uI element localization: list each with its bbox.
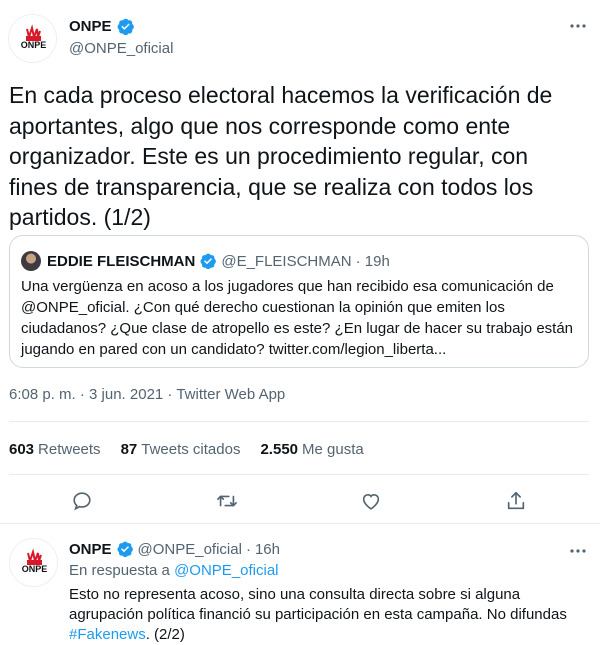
more-options-icon[interactable] <box>569 17 587 40</box>
reply-author-row: ONPE @ONPE_oficial · 16h <box>69 539 280 559</box>
verified-badge-icon <box>116 17 135 36</box>
quoted-tweet[interactable]: EDDIE FLEISCHMAN @E_FLEISCHMAN · 19h Una… <box>9 235 589 368</box>
retweets-stat[interactable]: 603 Retweets <box>9 441 101 458</box>
onpe-avatar[interactable]: ONPE <box>9 538 58 587</box>
reply-time[interactable]: 16h <box>255 541 280 558</box>
tweet-stats: 603 Retweets 87 Tweets citados 2.550 Me … <box>9 441 384 458</box>
onpe-logo-icon: ONPE <box>10 539 57 586</box>
onpe-logo-icon: ONPE <box>9 15 56 62</box>
tweet-timestamp[interactable]: 6:08 p. m. · 3 jun. 2021 · Twitter Web A… <box>9 386 285 403</box>
reply-text-body: Esto no representa acoso, sino una consu… <box>69 586 567 623</box>
reply-icon[interactable] <box>69 488 95 514</box>
likes-label: Me gusta <box>302 441 364 458</box>
quoted-tweet-text: Una vergüenza en acoso a los jugadores q… <box>21 278 574 358</box>
action-bar <box>0 488 600 514</box>
verified-badge-icon <box>116 540 134 558</box>
quoted-avatar <box>21 251 41 271</box>
retweets-count: 603 <box>9 441 35 458</box>
likes-stat[interactable]: 2.550 Me gusta <box>260 441 363 458</box>
author-row: ONPE <box>69 16 135 36</box>
reply-tweet[interactable]: ONPE ONPE @ONPE_oficial · 16h En respues… <box>0 525 600 645</box>
reply-tweet-text: Esto no representa acoso, sino una consu… <box>69 585 594 645</box>
quoted-author-row: EDDIE FLEISCHMAN @E_FLEISCHMAN · 19h <box>21 250 390 272</box>
onpe-logo-text: ONPE <box>21 40 47 50</box>
quoted-time: · 19h <box>355 252 390 270</box>
quoted-author-handle: @E_FLEISCHMAN <box>221 252 352 270</box>
replying-to-link[interactable]: @ONPE_oficial <box>174 562 278 579</box>
verified-badge-icon <box>199 252 217 270</box>
replying-to: En respuesta a @ONPE_oficial <box>69 562 279 579</box>
quote-tweets-stat[interactable]: 87 Tweets citados <box>121 441 241 458</box>
reply-text-suffix: . (2/2) <box>145 626 185 643</box>
author-handle[interactable]: @ONPE_oficial <box>69 40 173 57</box>
divider <box>9 421 589 422</box>
retweet-icon[interactable] <box>214 488 240 514</box>
hashtag-link[interactable]: #Fakenews <box>69 626 146 643</box>
tweet-text: En cada proceso electoral hacemos la ver… <box>9 82 553 230</box>
separator-dot: · <box>245 540 251 558</box>
onpe-logo-text: ONPE <box>22 564 48 574</box>
main-tweet: ONPE ONPE @ONPE_oficial En cada proceso … <box>0 0 600 524</box>
retweets-label: Retweets <box>38 441 101 458</box>
likes-count: 2.550 <box>260 441 299 458</box>
onpe-avatar[interactable]: ONPE <box>8 14 57 63</box>
like-icon[interactable] <box>358 488 384 514</box>
quote-tweets-label: Tweets citados <box>141 441 241 458</box>
more-options-icon[interactable] <box>569 542 587 565</box>
quote-tweets-count: 87 <box>120 441 138 458</box>
divider <box>9 474 589 475</box>
share-icon[interactable] <box>503 488 529 514</box>
reply-author-name[interactable]: ONPE <box>69 541 112 558</box>
reply-author-handle[interactable]: @ONPE_oficial <box>138 541 242 558</box>
author-name[interactable]: ONPE <box>69 18 112 35</box>
replying-prefix: En respuesta a <box>69 562 170 579</box>
quoted-author-name: EDDIE FLEISCHMAN <box>47 252 196 270</box>
